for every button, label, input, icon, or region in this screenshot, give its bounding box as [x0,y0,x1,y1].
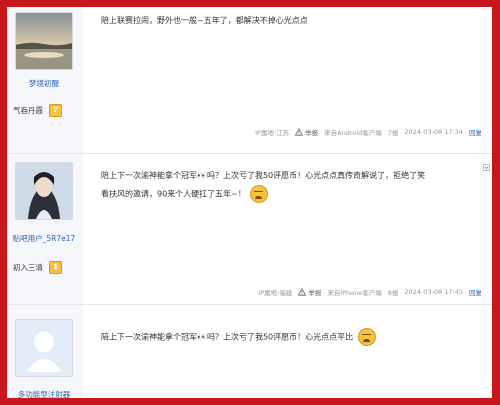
ip-location: IP属地:福建 [258,289,293,297]
level-name: 初入三清 [13,263,43,272]
client-source: 来自Android客户端 [324,129,382,137]
post-time: 2024-03-08 17:45 [404,288,463,296]
level-name: 气吞丹霞 [13,106,43,115]
post-floor-7: 梦境初醒 气吞丹霞 7 陪上联赛拉闹，野外也一般~五年了，都解决不掉心光点点 I… [7,7,492,154]
post-floor-9: 多功能型注射器 陪上下一次渝神能拿个冠军👀吗？上次亏了我50评愿币！心光点点平比 [7,305,492,398]
warning-icon [295,128,304,136]
avatar[interactable] [15,162,73,220]
user-column: 贴吧用户_5R7e17 初入三清 1 [7,154,82,304]
reply-button[interactable]: 回复 [469,127,482,137]
post-content: 陪上下一次渝神能拿个冠军👀吗？上次亏了我50评愿币！心光点点真传奇解说了，拒绝了… [101,167,425,204]
level-number: 1 [49,261,62,274]
user-column: 多功能型注射器 [7,305,82,398]
avatar[interactable] [15,319,73,377]
angry-face-icon [357,328,376,346]
ip-location: IP属地:江苏 [255,129,290,137]
content-line: 陪上联赛拉闹，野外也一般~五年了，都解决不掉心光点点 [101,16,308,25]
level-badge: 初入三清 1 [13,261,62,274]
post-floor-8: 贴吧用户_5R7e17 初入三清 1 陪上下一次渝神能拿个冠军👀吗？上次亏了我5… [7,154,492,305]
username[interactable]: 贴吧用户_5R7e17 [7,233,81,244]
content-line-wrap: 看扶风的邀请，90来个人硬扛了五年~！ [101,185,425,204]
username[interactable]: 多功能型注射器 [7,389,81,398]
floor-number: 7楼 [387,129,399,137]
username[interactable]: 梦境初醒 [7,78,81,89]
post-content: 陪上下一次渝神能拿个冠军👀吗？上次亏了我50评愿币！心光点点平比 [101,328,376,347]
report-button[interactable]: 举报 [298,287,321,297]
content-line: 看扶风的邀请，90来个人硬扛了五年~！ [101,189,246,199]
level-badge: 气吞丹霞 7 [13,104,62,117]
reply-button[interactable]: 回复 [469,287,482,297]
post-content: 陪上联赛拉闹，野外也一般~五年了，都解决不掉心光点点 [101,12,308,30]
angry-face-icon [250,185,269,203]
report-button[interactable]: 举报 [295,127,318,137]
report-label: 举报 [305,129,319,137]
report-label: 举报 [308,289,322,297]
post-tail: IP属地:江苏 举报 来自Android客户端 7楼 2024-03-08 17… [255,127,482,137]
thread-frame: 梦境初醒 气吞丹霞 7 陪上联赛拉闹，野外也一般~五年了，都解决不掉心光点点 I… [7,7,492,398]
post-tail: IP属地:福建 举报 来自iPhone客户端 8楼 2024-03-08 17:… [258,287,482,297]
floor-number: 8楼 [387,289,399,297]
avatar[interactable] [15,12,73,70]
chevron-down-icon[interactable] [483,164,490,171]
level-number: 7 [49,104,62,117]
content-line: 陪上下一次渝神能拿个冠军👀吗？上次亏了我50评愿币！心光点点平比 [101,332,354,342]
warning-icon [298,288,307,296]
user-column: 梦境初醒 气吞丹霞 7 [7,7,82,153]
client-source: 来自iPhone客户端 [327,289,382,297]
content-line: 陪上下一次渝神能拿个冠军👀吗？上次亏了我50评愿币！心光点点真传奇解说了，拒绝了… [101,171,426,180]
post-time: 2024-03-08 17:34 [404,128,463,136]
